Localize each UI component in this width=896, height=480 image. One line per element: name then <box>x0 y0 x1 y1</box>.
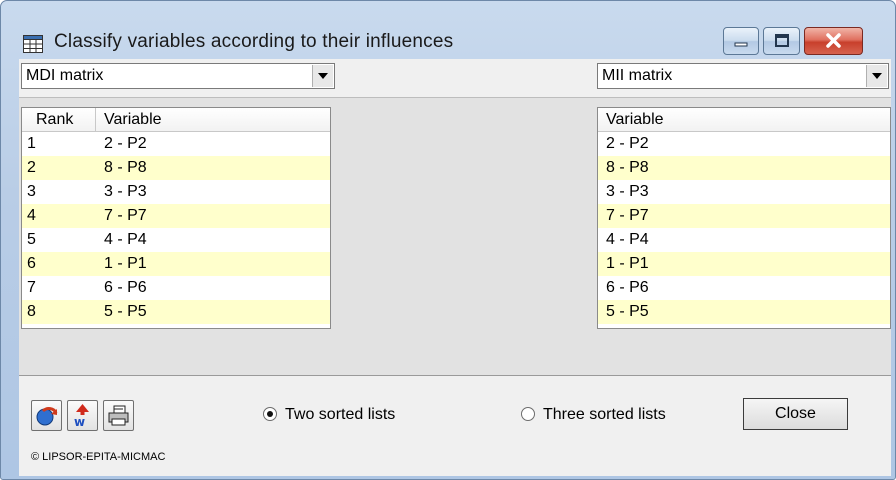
variable-cell: 4 - P4 <box>606 231 649 248</box>
dialog-window: Classify variables according to their in… <box>0 0 896 480</box>
rank-cell: 2 <box>27 159 36 176</box>
maximize-button[interactable] <box>763 27 800 55</box>
variable-cell: 5 - P5 <box>104 303 147 320</box>
table-row[interactable]: 6 - P6 <box>598 276 890 300</box>
variable-cell: 7 - P7 <box>104 207 147 224</box>
left-matrix-value: MDI matrix <box>26 67 104 84</box>
minimize-icon <box>734 42 748 47</box>
print-button[interactable] <box>103 400 134 431</box>
window-close-button[interactable] <box>804 27 863 55</box>
radio-three-sorted-lists[interactable]: Three sorted lists <box>521 406 721 426</box>
table-row[interactable]: 2 - P2 <box>598 132 890 156</box>
variable-cell: 8 - P8 <box>104 159 147 176</box>
variable-cell: 6 - P6 <box>104 279 147 296</box>
rank-cell: 5 <box>27 231 36 248</box>
rank-cell: 1 <box>27 135 36 152</box>
radio-unselected-icon[interactable] <box>521 407 535 421</box>
variable-cell: 7 - P7 <box>606 207 649 224</box>
close-x-icon <box>826 33 841 48</box>
rank-cell: 3 <box>27 183 36 200</box>
rank-cell: 8 <box>27 303 36 320</box>
grid-table-icon <box>23 35 43 53</box>
table-row[interactable]: 5 - P5 <box>598 300 890 324</box>
table-row[interactable]: 4 7 - P7 <box>22 204 330 228</box>
table-row[interactable]: 4 - P4 <box>598 228 890 252</box>
variable-cell: 8 - P8 <box>606 159 649 176</box>
radio-label: Three sorted lists <box>543 406 666 423</box>
refresh-button[interactable] <box>31 400 62 431</box>
variable-cell: 1 - P1 <box>606 255 649 272</box>
right-ranking-table[interactable]: Variable 2 - P2 8 - P8 3 - P3 7 - P7 4 -… <box>597 107 891 329</box>
table-row[interactable]: 7 - P7 <box>598 204 890 228</box>
column-header-variable[interactable]: Variable <box>606 111 664 129</box>
window-title: Classify variables according to their in… <box>54 31 454 52</box>
restore-icon <box>775 34 789 47</box>
table-header: Variable <box>598 108 890 132</box>
chevron-down-icon[interactable] <box>312 65 333 87</box>
left-matrix-select[interactable]: MDI matrix <box>21 63 335 89</box>
table-row[interactable]: 2 8 - P8 <box>22 156 330 180</box>
weighted-sort-icon: w <box>74 404 89 429</box>
rank-cell: 7 <box>27 279 36 296</box>
title-bar[interactable]: Classify variables according to their in… <box>1 1 895 59</box>
minimize-button[interactable] <box>723 27 759 55</box>
print-icon <box>108 405 129 426</box>
table-header: Rank Variable <box>22 108 330 132</box>
variable-cell: 2 - P2 <box>606 135 649 152</box>
table-row[interactable]: 6 1 - P1 <box>22 252 330 276</box>
column-header-rank[interactable]: Rank <box>36 111 73 129</box>
svg-text:w: w <box>74 415 85 429</box>
column-header-variable[interactable]: Variable <box>104 111 162 129</box>
variable-cell: 2 - P2 <box>104 135 147 152</box>
close-button[interactable]: Close <box>743 398 848 430</box>
variable-cell: 1 - P1 <box>104 255 147 272</box>
right-matrix-select[interactable]: MII matrix <box>597 63 889 89</box>
chevron-down-icon[interactable] <box>866 65 887 87</box>
copyright-text: © LIPSOR-EPITA-MICMAC <box>31 451 166 463</box>
variable-cell: 3 - P3 <box>104 183 147 200</box>
variable-cell: 5 - P5 <box>606 303 649 320</box>
weighted-sort-button[interactable]: w <box>67 400 98 431</box>
radio-label: Two sorted lists <box>285 406 396 423</box>
table-row[interactable]: 1 - P1 <box>598 252 890 276</box>
table-row[interactable]: 5 4 - P4 <box>22 228 330 252</box>
variable-cell: 3 - P3 <box>606 183 649 200</box>
rank-cell: 4 <box>27 207 36 224</box>
variable-cell: 4 - P4 <box>104 231 147 248</box>
table-row[interactable]: 3 - P3 <box>598 180 890 204</box>
right-matrix-value: MII matrix <box>602 67 673 84</box>
radio-selected-icon[interactable] <box>263 407 277 421</box>
left-ranking-table[interactable]: Rank Variable 1 2 - P2 2 8 - P8 3 3 - P3… <box>21 107 331 329</box>
refresh-icon <box>36 407 58 426</box>
table-row[interactable]: 3 3 - P3 <box>22 180 330 204</box>
table-row[interactable]: 7 6 - P6 <box>22 276 330 300</box>
table-row[interactable]: 8 5 - P5 <box>22 300 330 324</box>
radio-two-sorted-lists[interactable]: Two sorted lists <box>263 406 453 426</box>
table-row[interactable]: 8 - P8 <box>598 156 890 180</box>
variable-cell: 6 - P6 <box>606 279 649 296</box>
table-row[interactable]: 1 2 - P2 <box>22 132 330 156</box>
rank-cell: 6 <box>27 255 36 272</box>
